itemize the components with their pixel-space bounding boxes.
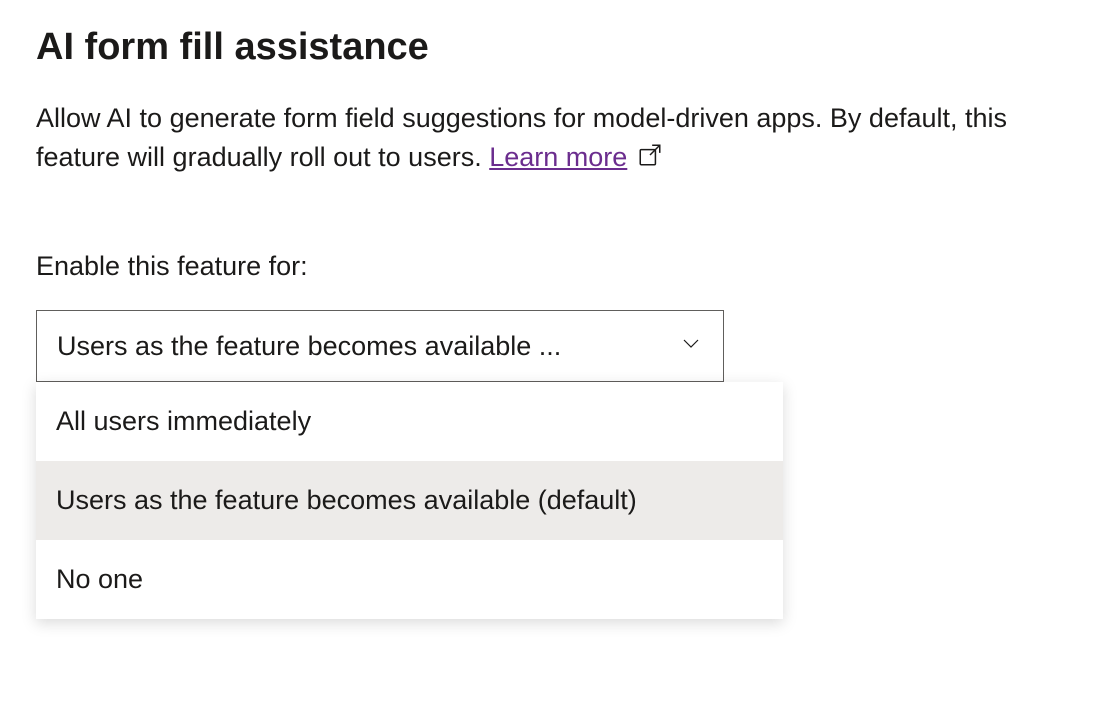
option-users-default[interactable]: Users as the feature becomes available (… xyxy=(36,461,783,540)
chevron-down-icon xyxy=(679,331,703,362)
enable-feature-dropdown: All users immediately Users as the featu… xyxy=(36,382,783,619)
option-all-users[interactable]: All users immediately xyxy=(36,382,783,461)
enable-feature-select[interactable]: Users as the feature becomes available .… xyxy=(36,310,724,382)
external-link-icon xyxy=(637,140,663,179)
learn-more-link[interactable]: Learn more xyxy=(489,142,627,172)
enable-feature-label: Enable this feature for: xyxy=(36,251,1081,282)
enable-feature-select-wrapper: Users as the feature becomes available .… xyxy=(36,310,724,382)
section-heading: AI form fill assistance xyxy=(36,26,1081,69)
option-no-one[interactable]: No one xyxy=(36,540,783,619)
select-value: Users as the feature becomes available .… xyxy=(57,331,659,362)
section-description: Allow AI to generate form field suggesti… xyxy=(36,99,1081,179)
